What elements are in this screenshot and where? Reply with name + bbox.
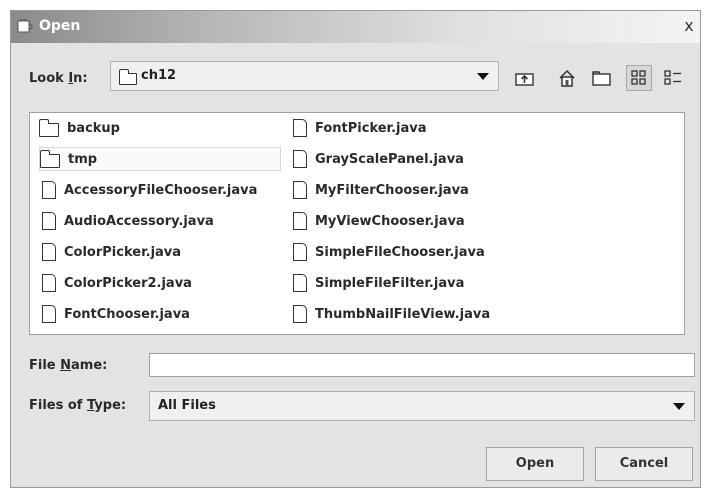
list-item-label: ThumbNailFileView.java <box>315 306 491 322</box>
list-item-file[interactable]: ColorPicker.java <box>42 240 181 264</box>
list-item-file[interactable]: SimpleFileChooser.java <box>293 240 485 264</box>
list-item-file[interactable]: SimpleFileFilter.java <box>293 271 464 295</box>
list-item-label: SimpleFileFilter.java <box>315 275 465 291</box>
list-item-label: AccessoryFileChooser.java <box>64 182 258 198</box>
home-icon <box>559 69 575 87</box>
title-bar[interactable]: Open x <box>11 11 700 43</box>
list-item-file[interactable]: FontChooser.java <box>42 302 190 326</box>
dropdown-arrow-icon <box>477 73 489 80</box>
home-button[interactable] <box>554 65 580 91</box>
up-one-level-icon <box>515 73 534 86</box>
list-item-label: AudioAccessory.java <box>64 213 214 229</box>
file-icon <box>293 212 307 230</box>
files-of-type-combo[interactable]: All Files <box>149 391 695 421</box>
file-icon <box>293 305 307 323</box>
dropdown-arrow-icon <box>673 403 685 410</box>
list-view-button[interactable] <box>626 65 652 91</box>
file-list[interactable]: backup tmp AccessoryFileChooser.java Aud… <box>29 112 685 335</box>
file-icon <box>42 181 56 199</box>
look-in-combo[interactable]: ch12 <box>110 61 499 91</box>
file-icon <box>42 305 56 323</box>
list-item-label: ColorPicker2.java <box>64 275 192 291</box>
open-button[interactable]: Open <box>486 447 584 481</box>
list-item-file[interactable]: MyViewChooser.java <box>293 209 465 233</box>
close-button[interactable]: x <box>680 17 698 35</box>
list-item-label: FontPicker.java <box>315 120 427 136</box>
file-name-input[interactable] <box>149 353 695 377</box>
files-of-type-value: All Files <box>158 398 216 413</box>
file-name-label: File Name: <box>29 358 108 373</box>
list-item-label: ColorPicker.java <box>64 244 182 260</box>
list-item-file[interactable]: ThumbNailFileView.java <box>293 302 490 326</box>
file-icon <box>293 243 307 261</box>
file-icon <box>293 274 307 292</box>
list-item-label: FontChooser.java <box>64 306 190 322</box>
open-dialog: Open x Look In: ch12 backup tmp Accessor… <box>10 10 701 488</box>
list-item-file[interactable]: ColorPicker2.java <box>42 271 192 295</box>
folder-icon <box>118 69 137 85</box>
file-icon <box>293 119 307 137</box>
list-item-label: SimpleFileChooser.java <box>315 244 485 260</box>
folder-icon <box>38 118 59 137</box>
details-view-icon <box>664 70 681 85</box>
list-view-icon <box>631 70 646 85</box>
list-item-file[interactable]: AudioAccessory.java <box>42 209 214 233</box>
list-item-label: GrayScalePanel.java <box>315 151 464 167</box>
file-icon <box>42 274 56 292</box>
new-folder-icon <box>592 71 611 86</box>
cancel-button[interactable]: Cancel <box>595 447 693 481</box>
file-icon <box>293 150 307 168</box>
list-item-label: MyViewChooser.java <box>315 213 465 229</box>
file-icon <box>42 243 56 261</box>
folder-icon <box>39 149 60 168</box>
details-view-button[interactable] <box>660 65 686 91</box>
file-icon <box>42 212 56 230</box>
look-in-value: ch12 <box>141 68 177 83</box>
list-item-label: MyFilterChooser.java <box>315 182 469 198</box>
look-in-label: Look In: <box>29 71 88 86</box>
list-item-file[interactable]: AccessoryFileChooser.java <box>42 178 257 202</box>
list-item-label: backup <box>67 120 120 136</box>
list-item-folder-selected[interactable]: tmp <box>39 147 281 171</box>
file-icon <box>293 181 307 199</box>
list-item-label: tmp <box>68 151 98 167</box>
java-cup-icon <box>17 19 33 33</box>
list-item-file[interactable]: FontPicker.java <box>293 116 427 140</box>
list-item-file[interactable]: GrayScalePanel.java <box>293 147 464 171</box>
list-item-folder[interactable]: backup <box>38 116 120 140</box>
new-folder-button[interactable] <box>589 65 615 91</box>
list-item-file[interactable]: MyFilterChooser.java <box>293 178 469 202</box>
up-one-level-button[interactable] <box>512 65 538 91</box>
files-of-type-label: Files of Type: <box>29 398 127 413</box>
window-title: Open <box>39 18 81 34</box>
